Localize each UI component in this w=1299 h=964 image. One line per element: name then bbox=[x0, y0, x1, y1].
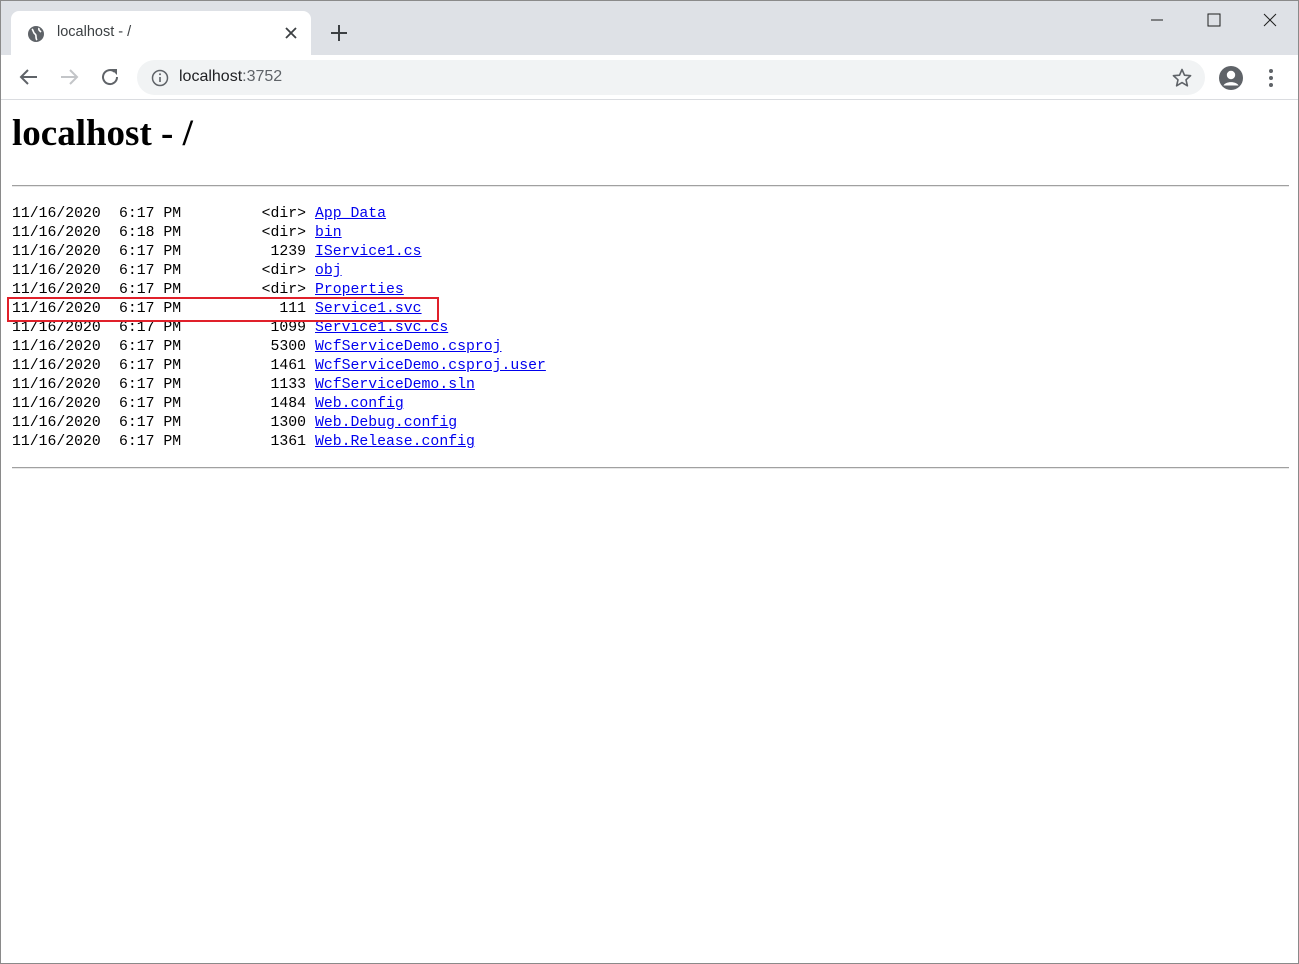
entry-size: 1461 bbox=[270, 358, 306, 374]
highlight-box bbox=[7, 297, 439, 322]
entry-link[interactable]: Web.config bbox=[315, 395, 404, 414]
back-arrow-icon[interactable] bbox=[17, 65, 41, 89]
entry-date: 11/16/2020 bbox=[12, 415, 101, 431]
plus-icon[interactable] bbox=[329, 23, 349, 43]
top-divider bbox=[12, 185, 1289, 187]
listing-row: 11/16/2020 6:17 PM 1461 WcfServiceDemo.cspr… bbox=[12, 357, 546, 376]
window-close-icon[interactable] bbox=[1247, 9, 1293, 33]
directory-listing: 11/16/2020 6:17 PM <dir> App_Data 11/16/2020… bbox=[12, 205, 546, 452]
globe-icon bbox=[27, 25, 45, 43]
entry-date: 11/16/2020 bbox=[12, 225, 101, 241]
entry-time: 6:17 PM bbox=[119, 206, 182, 222]
listing-row: 11/16/2020 6:17 PM 1484 Web.config bbox=[12, 395, 546, 414]
entry-time: 6:17 PM bbox=[119, 339, 182, 355]
minimize-icon[interactable] bbox=[1134, 9, 1180, 33]
entry-size: 1239 bbox=[270, 244, 306, 260]
entry-size: 1300 bbox=[270, 415, 306, 431]
entry-time: 6:17 PM bbox=[119, 434, 182, 450]
browser-tab[interactable]: localhost - / bbox=[11, 11, 311, 55]
profile-icon[interactable] bbox=[1218, 65, 1244, 91]
listing-row: 11/16/2020 6:17 PM <dir> obj bbox=[12, 262, 546, 281]
reload-icon[interactable] bbox=[98, 65, 122, 89]
toolbar: localhost:3752 bbox=[1, 55, 1298, 100]
entry-link[interactable]: bin bbox=[315, 224, 342, 243]
entry-date: 11/16/2020 bbox=[12, 339, 101, 355]
tab-strip: localhost - / bbox=[1, 1, 1298, 55]
entry-date: 11/16/2020 bbox=[12, 244, 101, 260]
entry-date: 11/16/2020 bbox=[12, 206, 101, 222]
browser-window: localhost - / localhost:3752 localhost -… bbox=[0, 0, 1299, 964]
tab-title: localhost - / bbox=[57, 24, 132, 40]
entry-size: <dir> bbox=[261, 263, 306, 279]
entry-size: 1133 bbox=[270, 377, 306, 393]
listing-row: 11/16/2020 6:17 PM 1361 Web.Release.config bbox=[12, 433, 546, 452]
page-title: localhost - / bbox=[12, 113, 193, 154]
bottom-divider bbox=[12, 467, 1289, 469]
entry-date: 11/16/2020 bbox=[12, 377, 101, 393]
close-icon[interactable] bbox=[283, 25, 299, 41]
listing-row: 11/16/2020 6:17 PM <dir> App_Data bbox=[12, 205, 546, 224]
entry-time: 6:17 PM bbox=[119, 396, 182, 412]
entry-time: 6:17 PM bbox=[119, 377, 182, 393]
entry-date: 11/16/2020 bbox=[12, 263, 101, 279]
kebab-menu-icon[interactable] bbox=[1263, 65, 1279, 91]
entry-size: 1484 bbox=[270, 396, 306, 412]
entry-time: 6:17 PM bbox=[119, 358, 182, 374]
url-host: localhost bbox=[179, 68, 243, 85]
star-icon[interactable] bbox=[1171, 67, 1193, 89]
listing-row: 11/16/2020 6:17 PM 1300 Web.Debug.config bbox=[12, 414, 546, 433]
listing-row: 11/16/2020 6:17 PM 1133 WcfServiceDemo.sln bbox=[12, 376, 546, 395]
entry-time: 6:18 PM bbox=[119, 225, 182, 241]
entry-size: <dir> bbox=[261, 225, 306, 241]
entry-link[interactable]: WcfServiceDemo.csproj.user bbox=[315, 357, 546, 376]
entry-date: 11/16/2020 bbox=[12, 358, 101, 374]
info-icon[interactable] bbox=[151, 69, 169, 87]
forward-arrow-icon[interactable] bbox=[57, 65, 81, 89]
entry-date: 11/16/2020 bbox=[12, 396, 101, 412]
entry-size: 1361 bbox=[270, 434, 306, 450]
entry-date: 11/16/2020 bbox=[12, 434, 101, 450]
url-port: :3752 bbox=[242, 68, 283, 85]
entry-time: 6:17 PM bbox=[119, 263, 182, 279]
address-bar[interactable]: localhost:3752 bbox=[137, 60, 1205, 95]
entry-size: <dir> bbox=[261, 206, 306, 222]
url-text: localhost:3752 bbox=[179, 68, 282, 86]
entry-link[interactable]: App_Data bbox=[315, 205, 386, 224]
entry-time: 6:17 PM bbox=[119, 415, 182, 431]
maximize-icon[interactable] bbox=[1191, 9, 1237, 33]
entry-link[interactable]: obj bbox=[315, 262, 342, 281]
listing-row: 11/16/2020 6:18 PM <dir> bin bbox=[12, 224, 546, 243]
entry-link[interactable]: WcfServiceDemo.sln bbox=[315, 376, 475, 395]
entry-size: 5300 bbox=[270, 339, 306, 355]
entry-link[interactable]: Web.Release.config bbox=[315, 433, 475, 452]
page-content: localhost - / 11/16/2020 6:17 PM <dir> App_… bbox=[1, 101, 1298, 963]
entry-link[interactable]: WcfServiceDemo.csproj bbox=[315, 338, 501, 357]
entry-time: 6:17 PM bbox=[119, 244, 182, 260]
listing-row: 11/16/2020 6:17 PM 1239 IService1.cs bbox=[12, 243, 546, 262]
listing-row: 11/16/2020 6:17 PM 5300 WcfServiceDemo.cspr… bbox=[12, 338, 546, 357]
entry-link[interactable]: IService1.cs bbox=[315, 243, 422, 262]
entry-link[interactable]: Web.Debug.config bbox=[315, 414, 457, 433]
